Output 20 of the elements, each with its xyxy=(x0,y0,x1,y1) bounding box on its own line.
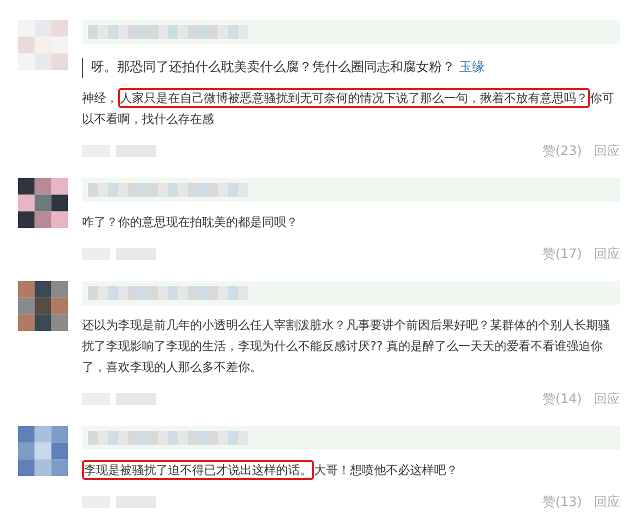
avatar xyxy=(18,426,68,476)
avatar xyxy=(18,281,68,331)
reply-button[interactable]: 回应 xyxy=(594,493,620,511)
like-button[interactable]: 赞(23) xyxy=(542,142,582,160)
like-button[interactable]: 赞(13) xyxy=(542,493,582,511)
avatar xyxy=(18,178,68,228)
quoted-comment: 呀。那恐同了还拍什么耽美卖什么腐？凭什么圈同志和腐女粉？ 玉缘 xyxy=(91,60,485,75)
comment-text: 神经， 人家只是在自己微博被恶意骚扰到无可奈何的情况下说了那么一句，揪着不放有意思吗？ 你可以不看啊，找什么存在感 xyxy=(82,88,620,130)
comment-text: 李现是被骚扰了迫不得已才说出这样的话。 大哥！想喷他不必这样吧？ xyxy=(82,460,620,481)
reply-button[interactable]: 回应 xyxy=(594,142,620,160)
like-button[interactable]: 赞(17) xyxy=(542,245,582,263)
highlight-box: 人家只是在自己微博被恶意骚扰到无可奈何的情况下说了那么一句，揪着不放有意思吗？ xyxy=(118,88,590,108)
comment-text: 咋了？你的意思现在拍耽美的都是同呗？ xyxy=(82,214,299,231)
highlight-box: 李现是被骚扰了迫不得已才说出这样的话。 xyxy=(82,460,314,480)
reply-button[interactable]: 回应 xyxy=(594,245,620,263)
reply-button[interactable]: 回应 xyxy=(594,390,620,408)
avatar xyxy=(18,20,68,70)
comment-text: 还以为李现是前几年的小透明么任人宰割泼脏水？凡事要讲个前因后果好吧？某群体的个别人长期骚扰了李现影响了李现的生活，李现为什么不能反感讨厌?? 真的是醉了么一天天的爱看不看谁强迫你了，喜欢李现的人那么多不差你。 xyxy=(82,317,611,376)
user-link[interactable]: 玉缘 xyxy=(459,60,485,75)
like-button[interactable]: 赞(14) xyxy=(542,390,582,408)
